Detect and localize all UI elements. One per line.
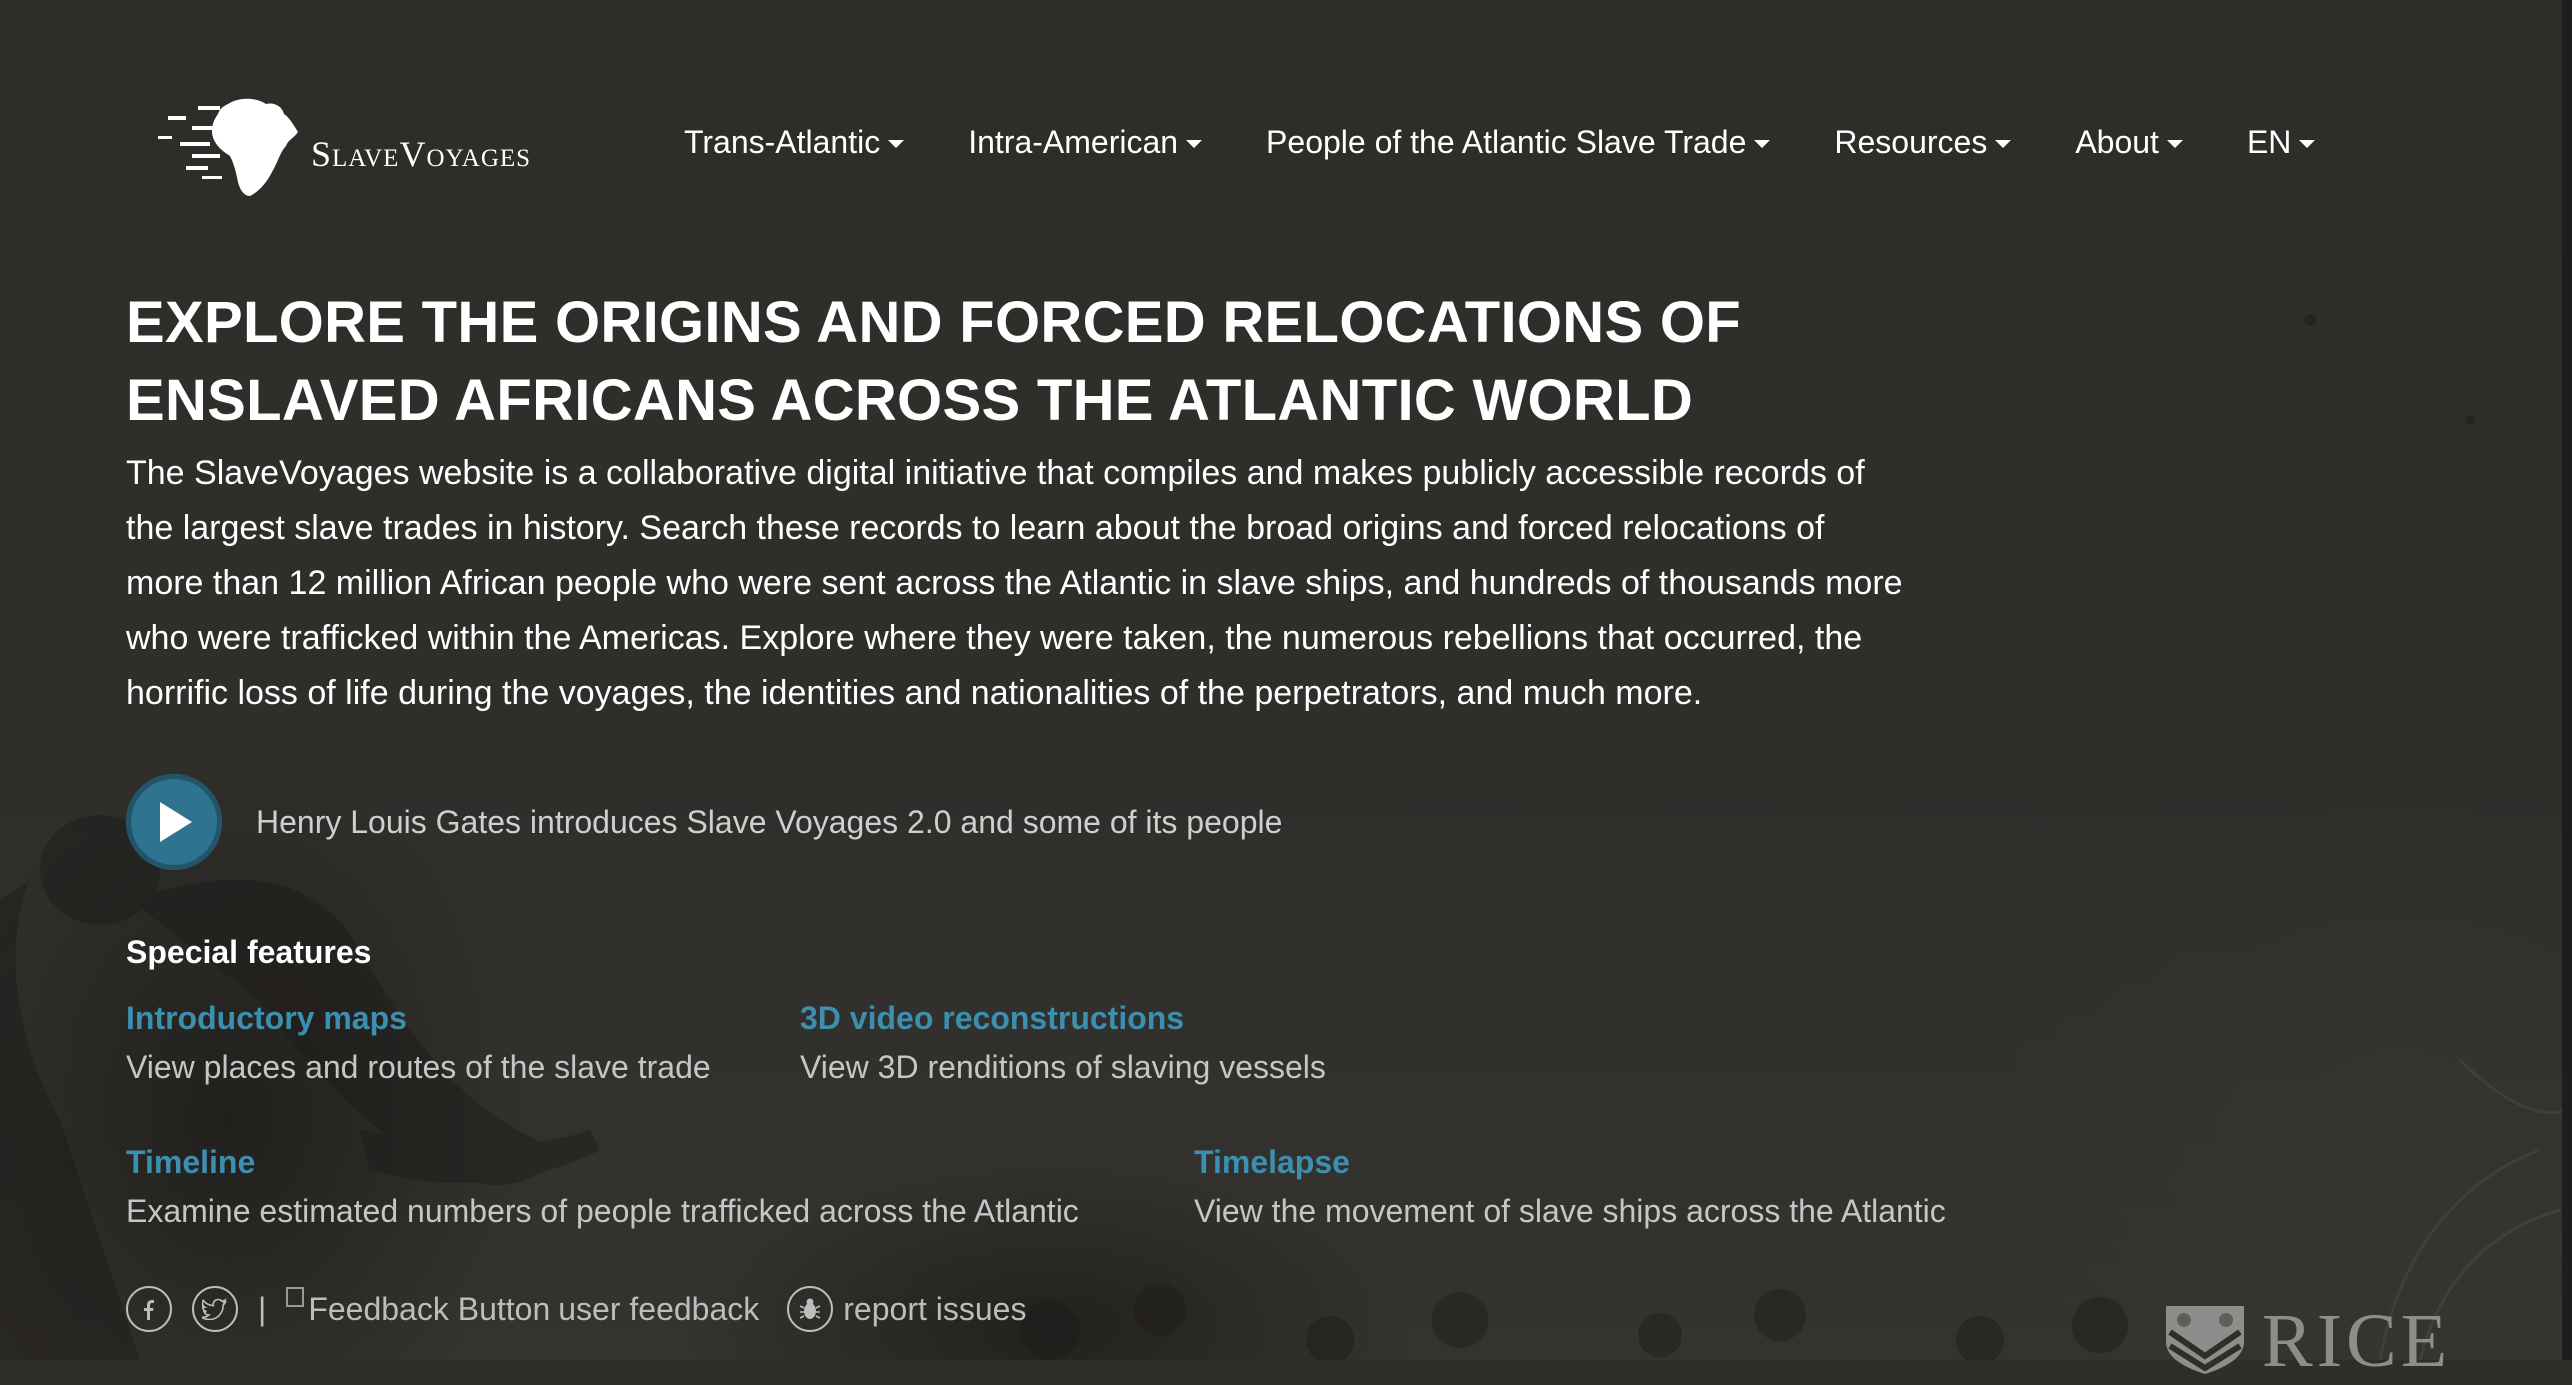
feature-description: View places and routes of the slave trad… — [126, 1049, 711, 1085]
nav-resources[interactable]: Resources — [1834, 124, 2012, 161]
feature-introductory-maps: Introductory maps View places and routes… — [126, 1000, 711, 1086]
nav-trans-atlantic[interactable]: Trans-Atlantic — [684, 124, 905, 161]
nav-item-label: Resources — [1834, 124, 1988, 160]
feature-description: Examine estimated numbers of people traf… — [126, 1193, 1079, 1229]
caret-down-icon — [2166, 139, 2183, 148]
facebook-icon[interactable] — [126, 1286, 172, 1332]
bug-icon[interactable] — [787, 1286, 834, 1332]
broken-image-icon — [286, 1286, 305, 1307]
feedback-image-alt: Feedback Button — [308, 1290, 551, 1327]
intro-line: The SlaveVoyages website is a collaborat… — [126, 454, 1865, 492]
features-heading: Special features — [126, 934, 372, 970]
rice-university-logo[interactable]: RICE — [2162, 1299, 2451, 1385]
nav-item-label: About — [2075, 124, 2159, 160]
intro-line: more than 12 million African people who … — [126, 564, 1903, 602]
feature-link[interactable]: Timelapse — [1194, 1144, 1946, 1181]
feature-timelapse: Timelapse View the movement of slave shi… — [1194, 1144, 1946, 1230]
caret-down-icon — [1754, 139, 1771, 148]
site-name: SlaveVoyages — [311, 134, 532, 174]
nav-item-label: Intra-American — [968, 124, 1179, 160]
feature-link[interactable]: Introductory maps — [126, 1000, 711, 1037]
feature-description: View 3D renditions of slaving vessels — [800, 1049, 1326, 1085]
feedback-button[interactable]: Feedback Button — [286, 1286, 551, 1328]
site-logo[interactable]: SlaveVoyages — [158, 92, 531, 202]
language-selector[interactable]: EN — [2246, 124, 2316, 161]
play-video-button[interactable] — [126, 774, 222, 870]
nav-about[interactable]: About — [2075, 124, 2183, 161]
nav-item-label: Trans-Atlantic — [684, 124, 881, 160]
main-nav: Trans-Atlantic Intra-American People of … — [684, 124, 2316, 161]
feature-description: View the movement of slave ships across … — [1194, 1193, 1946, 1229]
caret-down-icon — [1186, 139, 1203, 148]
nav-intra-american[interactable]: Intra-American — [968, 124, 1203, 161]
africa-logo-icon — [158, 98, 298, 196]
rice-wordmark: RICE — [2262, 1299, 2452, 1383]
page-title: EXPLORE THE ORIGINS AND FORCED RELOCATIO… — [126, 284, 1966, 440]
hero-section: EXPLORE THE ORIGINS AND FORCED RELOCATIO… — [126, 284, 2076, 721]
special-features: Special features Introductory maps View … — [126, 934, 1946, 1229]
title-line: ENSLAVED AFRICANS ACROSS THE ATLANTIC WO… — [126, 368, 1694, 433]
nav-people[interactable]: People of the Atlantic Slave Trade — [1266, 124, 1771, 161]
video-link[interactable]: Henry Louis Gates introduces Slave Voyag… — [256, 804, 1282, 841]
caret-down-icon — [1995, 139, 2012, 148]
rice-shield-icon — [2166, 1306, 2244, 1374]
caret-down-icon — [888, 139, 905, 148]
play-icon — [160, 802, 192, 842]
footer-separator: | — [258, 1290, 267, 1327]
intro-line: who were trafficked within the Americas.… — [126, 619, 1863, 657]
feature-timeline: Timeline Examine estimated numbers of pe… — [126, 1144, 1079, 1230]
twitter-icon[interactable] — [192, 1286, 238, 1332]
title-line: EXPLORE THE ORIGINS AND FORCED RELOCATIO… — [126, 290, 1742, 355]
user-feedback-link[interactable]: user feedback — [558, 1291, 759, 1328]
top-navbar: SlaveVoyages Trans-Atlantic Intra-Americ… — [0, 0, 2572, 200]
feature-3d-video: 3D video reconstructions View 3D renditi… — [800, 1000, 1326, 1086]
nav-item-label: People of the Atlantic Slave Trade — [1266, 124, 1747, 160]
intro-line: the largest slave trades in history. Sea… — [126, 509, 1825, 547]
facebook-glyph — [144, 1300, 154, 1320]
feature-link[interactable]: 3D video reconstructions — [800, 1000, 1326, 1037]
intro-video: Henry Louis Gates introduces Slave Voyag… — [126, 774, 1282, 870]
nav-item-label: EN — [2246, 124, 2292, 160]
caret-down-icon — [2299, 139, 2316, 148]
intro-paragraph: The SlaveVoyages website is a collaborat… — [126, 446, 2086, 721]
report-issues-link[interactable]: report issues — [843, 1291, 1026, 1328]
bug-glyph — [799, 1298, 821, 1319]
window-edge — [2562, 0, 2572, 1360]
feature-link[interactable]: Timeline — [126, 1144, 1079, 1181]
twitter-glyph — [202, 1298, 227, 1320]
page-footer: | Feedback Button user feedback report i… — [126, 1286, 1026, 1332]
intro-line: horrific loss of life during the voyages… — [126, 674, 1703, 712]
